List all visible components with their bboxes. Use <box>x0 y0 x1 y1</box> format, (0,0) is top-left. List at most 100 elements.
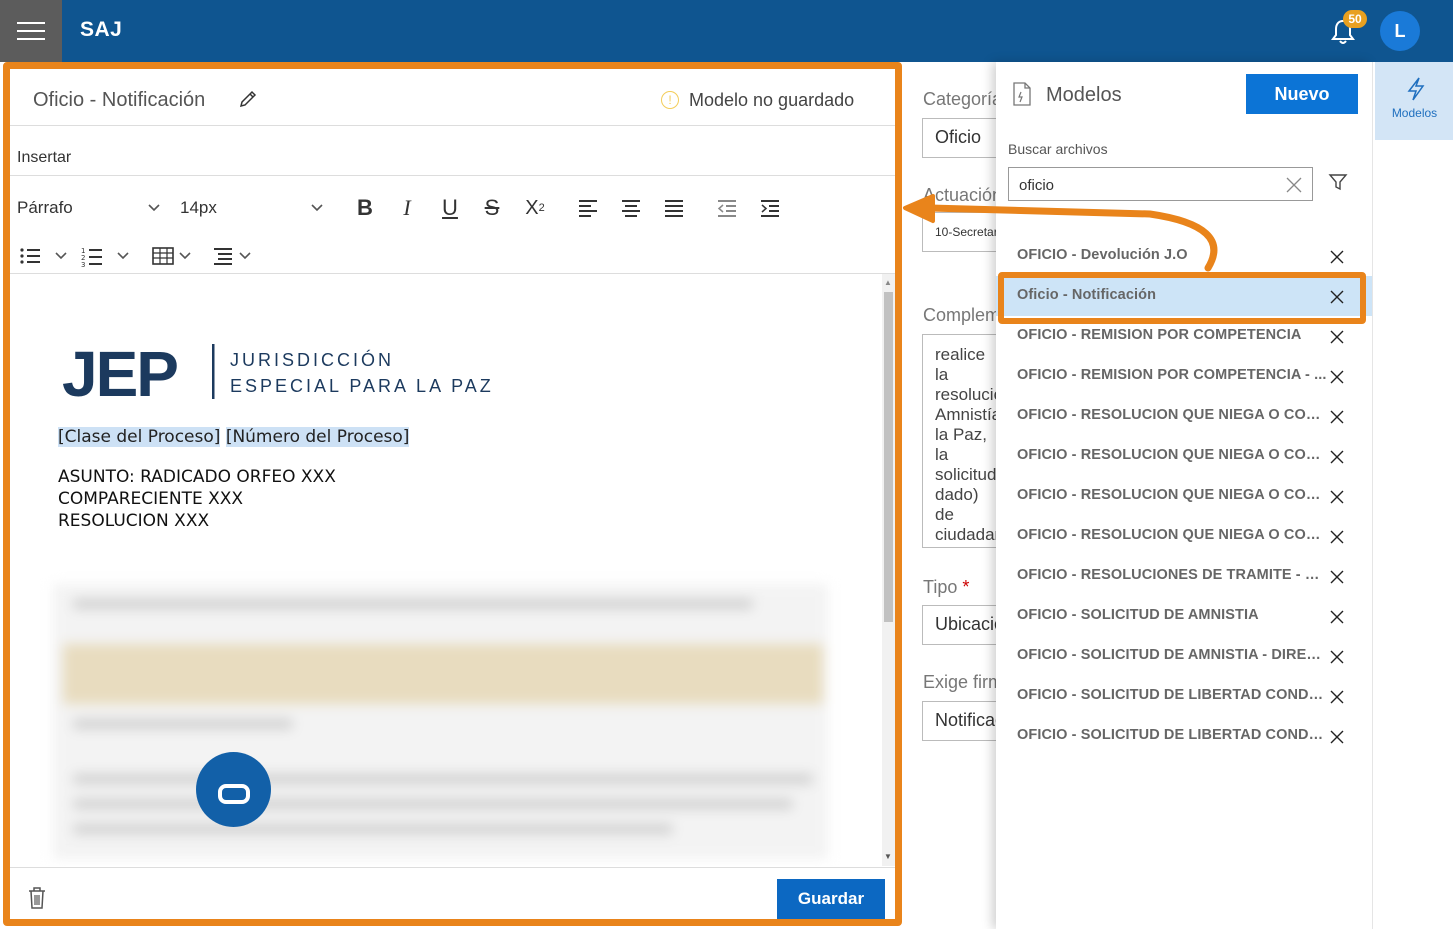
right-rail: Modelos <box>1372 62 1453 929</box>
menu-icon[interactable] <box>0 0 62 62</box>
model-item-label: OFICIO - Devolución J.O <box>1017 247 1188 263</box>
categoria-label: Categoría <box>923 89 1003 109</box>
new-model-button[interactable]: Nuevo <box>1246 74 1358 114</box>
editor-panel: Oficio - Notificación ! Modelo no guarda… <box>3 62 902 926</box>
bullet-list-icon[interactable] <box>18 244 42 268</box>
top-bar: SAJ 50 L <box>0 0 1453 62</box>
model-list-item[interactable]: OFICIO - REMISION POR COMPETENCIA - ... <box>996 356 1372 396</box>
search-box <box>1008 167 1313 201</box>
model-item-label: OFICIO - RESOLUCIONES DE TRAMITE - DI... <box>1017 567 1327 583</box>
indent-icon[interactable] <box>758 196 782 220</box>
remove-icon[interactable] <box>1330 530 1344 544</box>
insert-menu[interactable]: Insertar <box>17 149 71 167</box>
logo-line2: ESPECIAL PARA LA PAZ <box>230 376 494 396</box>
model-item-label: OFICIO - REMISION POR COMPETENCIA <box>1017 327 1302 343</box>
remove-icon[interactable] <box>1330 330 1344 344</box>
chevron-down-icon[interactable] <box>310 201 324 215</box>
model-item-label: OFICIO - SOLICITUD DE AMNISTIA - DIREC..… <box>1017 647 1327 663</box>
strikethrough-icon[interactable]: S <box>480 195 504 220</box>
model-item-label: OFICIO - REMISION POR COMPETENCIA - ... <box>1017 367 1327 383</box>
paragraph-style-select[interactable]: Párrafo <box>17 198 73 218</box>
remove-icon[interactable] <box>1330 250 1344 264</box>
model-list-item[interactable]: OFICIO - RESOLUCION QUE NIEGA O CON... <box>996 476 1372 516</box>
doc-line-compareciente: COMPARECIENTE XXX <box>58 489 244 509</box>
underline-icon[interactable]: U <box>438 195 462 220</box>
remove-icon[interactable] <box>1330 570 1344 584</box>
lightning-icon <box>1407 77 1425 101</box>
jep-logo: JEP JURISDICCIÓN ESPECIAL PARA LA PAZ <box>62 342 494 402</box>
models-rail-button[interactable]: Modelos <box>1375 62 1453 140</box>
remove-icon[interactable] <box>1330 690 1344 704</box>
model-item-label: OFICIO - RESOLUCION QUE NIEGA O CON... <box>1017 527 1327 543</box>
search-input[interactable] <box>1019 174 1269 196</box>
notification-badge: 50 <box>1343 10 1367 28</box>
align-center-icon[interactable] <box>619 196 643 220</box>
model-item-label: OFICIO - RESOLUCION QUE NIEGA O CON... <box>1017 487 1327 503</box>
table-icon[interactable] <box>151 244 175 268</box>
remove-icon[interactable] <box>1330 370 1344 384</box>
categoria-value: Oficio <box>935 127 982 147</box>
numbered-list-icon[interactable]: 123 <box>80 244 104 268</box>
close-icon[interactable] <box>1285 176 1303 194</box>
outdent-icon[interactable] <box>715 196 739 220</box>
model-list-item[interactable]: OFICIO - RESOLUCION QUE NIEGA O CON... <box>996 516 1372 556</box>
unsaved-status: Modelo no guardado <box>689 90 855 110</box>
avatar[interactable]: L <box>1380 11 1420 51</box>
trash-icon[interactable] <box>27 886 47 910</box>
font-size-select[interactable]: 14px <box>180 198 217 218</box>
chevron-down-icon[interactable] <box>147 201 161 215</box>
remove-icon[interactable] <box>1330 650 1344 664</box>
remove-icon[interactable] <box>1330 450 1344 464</box>
document-icon <box>1013 82 1031 106</box>
scrollbar[interactable]: ▲ ▼ <box>882 274 895 866</box>
complemento-text: realice la resolución Amnistía la Paz, l… <box>935 345 1014 544</box>
warning-icon: ! <box>661 91 679 109</box>
logo-line1: JURISDICCIÓN <box>230 349 394 370</box>
scroll-down-icon[interactable]: ▼ <box>884 852 892 861</box>
model-list-item[interactable]: OFICIO - RESOLUCIONES DE TRAMITE - DI... <box>996 556 1372 596</box>
model-list-item[interactable]: OFICIO - RESOLUCION QUE NIEGA O CON... <box>996 396 1372 436</box>
document-canvas[interactable]: JEP JURISDICCIÓN ESPECIAL PARA LA PAZ [C… <box>10 274 882 866</box>
model-list-item[interactable]: OFICIO - SOLICITUD DE AMNISTIA <box>996 596 1372 636</box>
required-mark: * <box>962 577 970 597</box>
chat-icon[interactable] <box>196 752 271 827</box>
chevron-down-icon[interactable] <box>238 249 252 263</box>
filter-icon[interactable] <box>1328 172 1348 192</box>
chevron-down-icon[interactable] <box>54 249 68 263</box>
chevron-down-icon[interactable] <box>116 249 130 263</box>
chevron-down-icon[interactable] <box>178 249 192 263</box>
remove-icon[interactable] <box>1330 490 1344 504</box>
align-justify-icon[interactable] <box>662 196 686 220</box>
save-button[interactable]: Guardar <box>777 879 885 919</box>
model-list-item[interactable]: OFICIO - SOLICITUD DE LIBERTAD CONDIC... <box>996 676 1372 716</box>
svg-text:3: 3 <box>81 261 85 268</box>
process-placeholders[interactable]: [Clase del Proceso] [Número del Proceso] <box>58 427 410 447</box>
bold-icon[interactable]: B <box>353 195 377 220</box>
model-list-item[interactable]: OFICIO - RESOLUCION QUE NIEGA O CON... <box>996 436 1372 476</box>
model-list-item[interactable]: OFICIO - Devolución J.O <box>996 236 1372 276</box>
search-label: Buscar archivos <box>1008 141 1108 157</box>
remove-icon[interactable] <box>1330 410 1344 424</box>
scroll-thumb[interactable] <box>884 292 893 622</box>
actuacion-label: Actuación <box>923 185 1003 205</box>
scroll-up-icon[interactable]: ▲ <box>884 278 892 287</box>
model-item-label: OFICIO - RESOLUCION QUE NIEGA O CON... <box>1017 407 1327 423</box>
model-list-item[interactable]: OFICIO - SOLICITUD DE LIBERTAD CONDIC... <box>996 716 1372 756</box>
blurred-content <box>53 584 828 859</box>
models-rail-label: Modelos <box>1391 106 1438 120</box>
doc-line-resolucion: RESOLUCION XXX <box>58 511 210 531</box>
align-left-icon[interactable] <box>576 196 600 220</box>
process-class-placeholder[interactable]: [Clase del Proceso] <box>58 427 221 447</box>
app-title: SAJ <box>80 18 123 41</box>
superscript-icon[interactable]: X2 <box>523 196 547 220</box>
format-list-icon[interactable] <box>211 244 235 268</box>
remove-icon[interactable] <box>1330 730 1344 744</box>
remove-icon[interactable] <box>1330 610 1344 624</box>
italic-icon[interactable]: I <box>395 195 419 220</box>
process-number-placeholder[interactable]: [Número del Proceso] <box>225 427 410 447</box>
model-list-item[interactable]: OFICIO - SOLICITUD DE AMNISTIA - DIREC..… <box>996 636 1372 676</box>
divider <box>10 125 895 126</box>
doc-line-asunto: ASUNTO: RADICADO ORFEO XXX <box>58 467 336 487</box>
models-panel: Modelos Nuevo Buscar archivos OFICIO - D… <box>996 62 1372 929</box>
pencil-icon[interactable] <box>238 89 258 109</box>
